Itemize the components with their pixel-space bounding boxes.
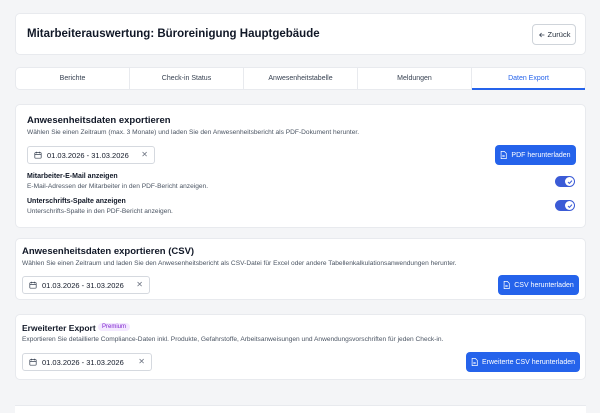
extended-csv-download-button[interactable]: Erweiterte CSV herunterladen: [466, 352, 580, 372]
back-button-label: Zurück: [547, 30, 571, 39]
csv-export-section: Anwesenheitsdaten exportieren (CSV) Wähl…: [15, 238, 586, 300]
calendar-icon: [34, 151, 42, 159]
pdf-date-range-value: 01.03.2026 - 31.03.2026: [47, 150, 129, 160]
tab-meldungen[interactable]: Meldungen: [358, 68, 472, 89]
csv-download-button[interactable]: CSV herunterladen: [498, 275, 579, 295]
next-section-edge: [15, 405, 586, 413]
tab-bar: Berichte Check-in Status Anwesenheitstab…: [15, 67, 586, 90]
pdf-export-section: Anwesenheitsdaten exportieren Wählen Sie…: [15, 104, 586, 228]
tab-daten-export[interactable]: Daten Export: [472, 68, 585, 90]
option-email-description: E-Mail-Adressen der Mitarbeiter in den P…: [27, 183, 209, 190]
pdf-date-range-input[interactable]: 01.03.2026 - 31.03.2026 ✕: [27, 146, 155, 164]
pdf-export-description: Wählen Sie einen Zeitraum (max. 3 Monate…: [27, 129, 360, 136]
tab-check-in-status[interactable]: Check-in Status: [130, 68, 244, 89]
csv-export-title: Anwesenheitsdaten exportieren (CSV): [22, 246, 195, 257]
check-icon: [567, 179, 572, 184]
file-icon: [501, 151, 508, 159]
calendar-icon: [29, 281, 37, 289]
extended-export-description: Exportieren Sie detaillierte Compliance-…: [22, 336, 444, 343]
back-button[interactable]: Zurück: [532, 24, 576, 45]
option-email-title: Mitarbeiter-E-Mail anzeigen: [27, 173, 118, 180]
close-icon[interactable]: ✕: [138, 357, 145, 366]
extended-export-section: Erweiterter Export Premium Exportieren S…: [15, 314, 586, 380]
close-icon[interactable]: ✕: [136, 280, 143, 289]
signature-toggle[interactable]: [555, 200, 575, 211]
page-title: Mitarbeiterauswertung: Büroreinigung Hau…: [27, 28, 320, 40]
extended-export-title: Erweiterter Export: [22, 323, 96, 333]
file-icon: [471, 358, 478, 366]
premium-badge: Premium: [98, 323, 131, 331]
extended-date-range-value: 01.03.2026 - 31.03.2026: [42, 357, 124, 367]
csv-download-label: CSV herunterladen: [514, 281, 574, 289]
pdf-export-title: Anwesenheitsdaten exportieren: [27, 115, 171, 126]
csv-export-description: Wählen Sie einen Zeitraum und laden Sie …: [22, 260, 457, 267]
page-header: Mitarbeiterauswertung: Büroreinigung Hau…: [15, 13, 586, 55]
close-icon[interactable]: ✕: [141, 150, 148, 159]
check-icon: [567, 203, 572, 208]
file-icon: [503, 281, 510, 289]
extended-csv-download-label: Erweiterte CSV herunterladen: [482, 358, 575, 366]
calendar-icon: [29, 358, 37, 366]
email-toggle[interactable]: [555, 176, 575, 187]
tab-anwesenheitstabelle[interactable]: Anwesenheitstabelle: [244, 68, 358, 89]
arrow-left-icon: [538, 32, 544, 37]
pdf-download-button[interactable]: PDF herunterladen: [495, 145, 576, 165]
csv-date-range-value: 01.03.2026 - 31.03.2026: [42, 280, 124, 290]
csv-date-range-input[interactable]: 01.03.2026 - 31.03.2026 ✕: [22, 276, 150, 294]
tab-berichte[interactable]: Berichte: [16, 68, 130, 89]
extended-date-range-input[interactable]: 01.03.2026 - 31.03.2026 ✕: [22, 353, 152, 371]
option-signature-description: Unterschrifts-Spalte in den PDF-Bericht …: [27, 208, 173, 215]
pdf-download-label: PDF herunterladen: [511, 151, 571, 159]
option-signature-title: Unterschrifts-Spalte anzeigen: [27, 198, 126, 205]
